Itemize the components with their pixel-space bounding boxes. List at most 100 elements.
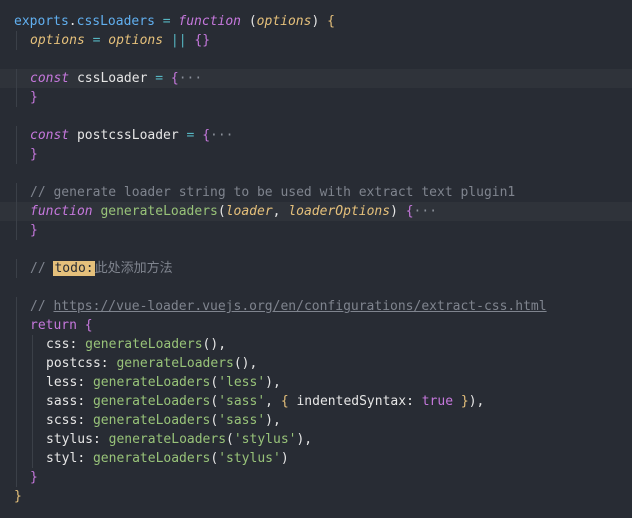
fold-ellipsis[interactable]: ··· [414,204,437,219]
code-line[interactable]: stylus: generateLoaders('stylus'), [0,430,632,449]
code-token: 'sass' [218,413,266,428]
code-token: // [30,299,54,314]
code-token: 'stylus' [218,451,281,466]
code-line[interactable]: postcss: generateLoaders(), [0,354,632,373]
indent-guide [16,411,17,430]
code-line[interactable] [0,278,632,297]
code-line[interactable]: exports.cssLoaders = function (options) … [0,12,632,31]
code-line[interactable]: options = options || {} [0,31,632,50]
code-token: : [77,451,93,466]
code-line[interactable]: function generateLoaders(loader, loaderO… [0,202,632,221]
code-token: // [30,261,54,276]
fold-ellipsis[interactable]: ··· [179,71,202,86]
code-token: = [155,71,171,86]
code-editor[interactable]: exports.cssLoaders = function (options) … [0,0,632,518]
code-line[interactable]: return { [0,316,632,335]
code-token: ) [390,204,406,219]
indent-guide [16,335,17,354]
code-token: ), [265,375,281,390]
code-token: 'sass' [218,394,266,409]
code-token: exports [14,14,69,29]
code-token: } [30,147,38,162]
code-token: ( [241,14,257,29]
code-token: { [280,394,289,409]
code-token: } [460,394,469,409]
code-line[interactable]: css: generateLoaders(), [0,335,632,354]
code-token: ( [226,432,234,447]
code-line[interactable]: } [0,88,632,107]
code-line[interactable] [0,107,632,126]
indent-guide [16,468,17,487]
code-token: cssLoaders [76,14,155,29]
code-token: function [178,14,242,29]
code-line-content: styl: generateLoaders('stylus') [14,451,289,466]
indent-guide [32,335,33,354]
code-token: generateLoaders [92,413,211,428]
code-line[interactable]: less: generateLoaders('less'), [0,373,632,392]
code-line[interactable]: } [0,145,632,164]
code-line[interactable]: // todo:此处添加方法 [0,259,632,278]
code-line[interactable]: } [0,221,632,240]
indent-guide [16,259,17,278]
code-token: styl [46,451,78,466]
indent-guide [16,202,17,221]
code-token: stylus [46,432,93,447]
code-line-content: } [14,147,38,162]
code-line[interactable] [0,50,632,69]
code-token: : [100,356,117,371]
code-line[interactable]: styl: generateLoaders('stylus') [0,449,632,468]
code-line[interactable]: } [0,487,632,506]
code-token: scss [46,413,78,428]
code-token: , [272,204,289,219]
code-token: { [405,204,414,219]
code-token: (), [202,337,227,352]
code-line[interactable]: } [0,468,632,487]
code-line-content: } [14,489,22,504]
code-line[interactable]: const postcssLoader = {··· [0,126,632,145]
code-token: postcss [46,356,101,371]
code-token: 'stylus' [233,432,297,447]
code-token: options [256,14,312,29]
code-line[interactable]: // generate loader string to be used wit… [0,183,632,202]
code-line[interactable]: scss: generateLoaders('sass'), [0,411,632,430]
code-token: true [421,394,454,409]
code-line-content: less: generateLoaders('less'), [14,375,281,390]
code-token: loaderOptions [288,204,391,219]
code-line-content: // todo:此处添加方法 [14,261,173,276]
code-line[interactable]: sass: generateLoaders('sass', { indented… [0,392,632,411]
indent-guide [32,354,33,373]
code-line[interactable] [0,164,632,183]
indent-guide [32,373,33,392]
code-token: . [68,14,77,29]
code-token: { [202,128,211,143]
code-token: { [170,71,179,86]
code-token: const [30,128,70,143]
code-token: loader [225,204,273,219]
code-token: (), [233,356,258,371]
code-token: generateLoaders [116,356,234,371]
code-line[interactable]: // https://vue-loader.vuejs.org/en/confi… [0,297,632,316]
indent-guide [16,297,17,316]
code-line[interactable]: const cssLoader = {··· [0,69,632,88]
code-line-content: } [14,223,38,238]
code-token: todo: [53,261,95,276]
code-line-content: // https://vue-loader.vuejs.org/en/confi… [14,299,547,314]
code-token: css [46,337,70,352]
code-token: sass [46,394,78,409]
code-token: : [69,337,86,352]
code-line-content: return { [14,318,93,333]
code-token: const [30,71,70,86]
code-line[interactable] [0,240,632,259]
code-token: { [327,14,335,29]
code-token: : [77,394,93,409]
indent-guide [16,316,17,335]
code-line-content: postcss: generateLoaders(), [14,356,257,371]
fold-ellipsis[interactable]: ··· [210,128,233,143]
code-token: ), [265,413,281,428]
code-token: : [92,432,109,447]
code-token: || [163,33,195,48]
code-line-content: function generateLoaders(loader, loaderO… [14,204,437,219]
code-line-content: } [14,470,38,485]
